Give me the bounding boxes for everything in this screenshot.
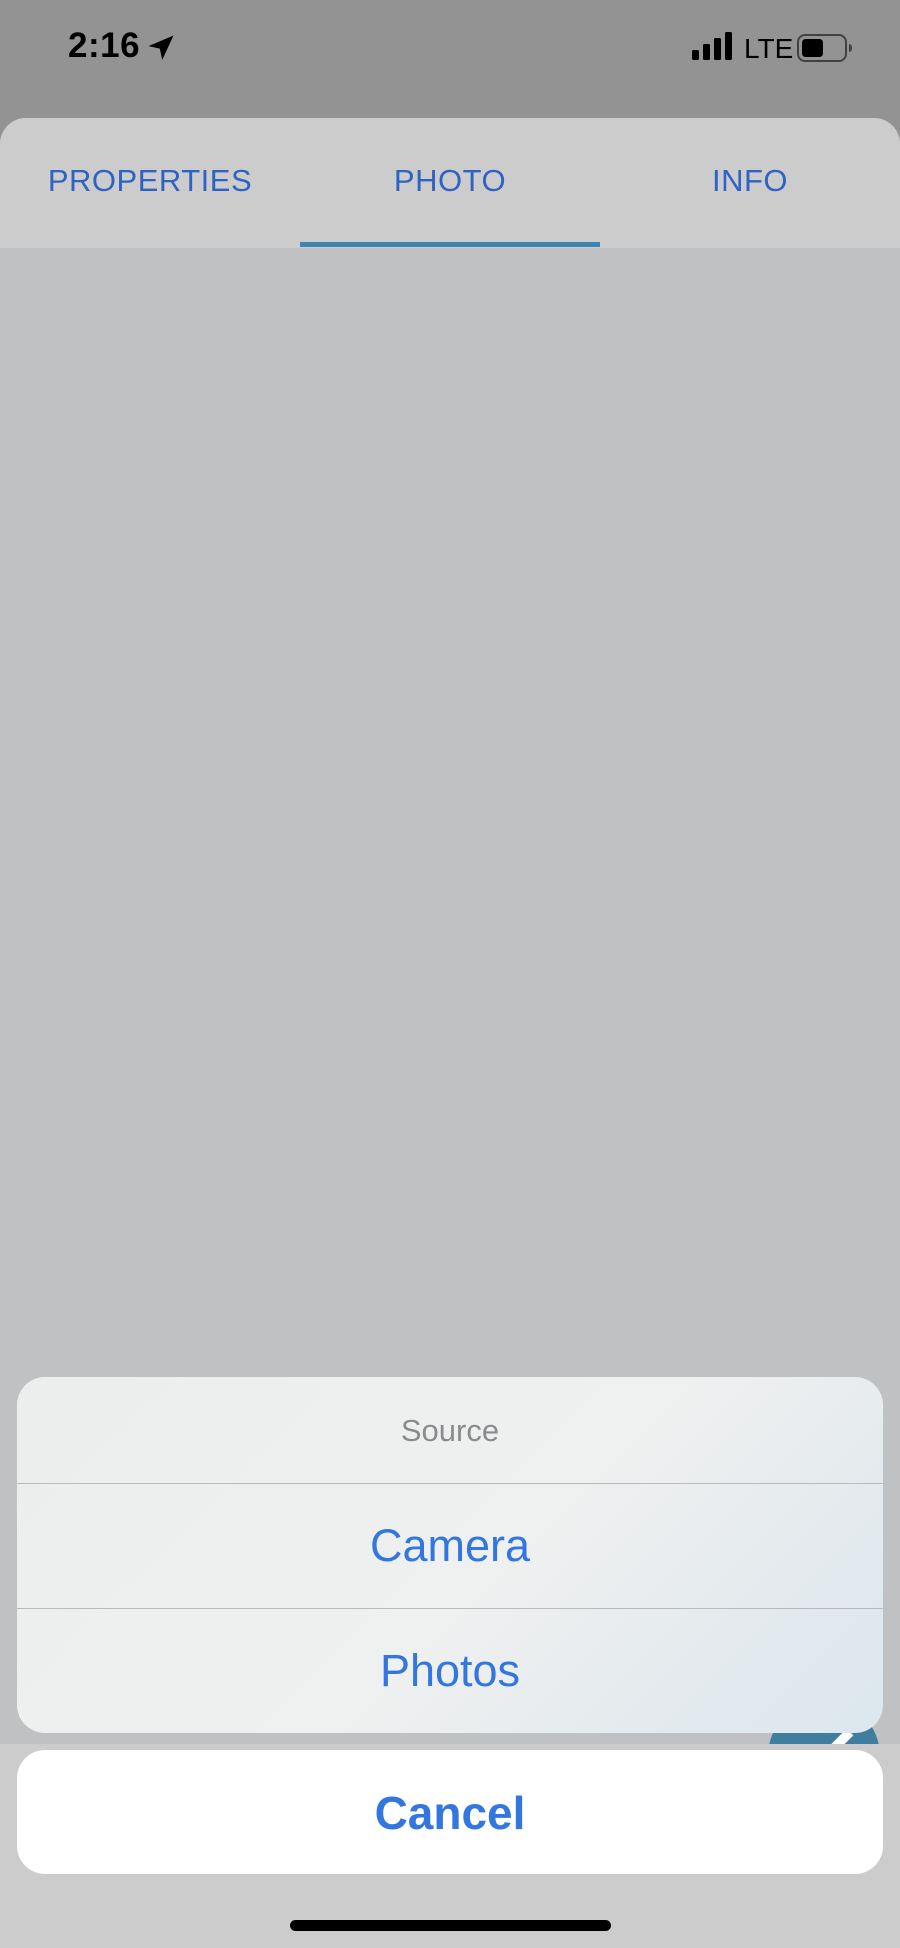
camera-option-button[interactable]: Camera (17, 1484, 883, 1608)
selected-tab-indicator (300, 242, 600, 247)
status-time: 2:16 (68, 26, 141, 65)
cancel-button[interactable]: Cancel (17, 1750, 883, 1874)
tab-bar: PROPERTIES PHOTO INFO (0, 118, 900, 248)
location-arrow-icon (148, 35, 174, 60)
cellular-signal-icon (692, 32, 732, 60)
action-sheet-title: Source (400, 1413, 500, 1448)
source-action-sheet: Source Camera Photos (17, 1377, 883, 1733)
home-indicator[interactable] (290, 1920, 611, 1931)
battery-icon (797, 34, 852, 62)
status-bar: 2:16 LTE (0, 0, 900, 100)
tab-info[interactable]: INFO (600, 118, 900, 248)
network-type-label: LTE (744, 33, 794, 64)
photos-option-button[interactable]: Photos (17, 1609, 883, 1733)
tab-photo[interactable]: PHOTO (300, 118, 600, 248)
tab-properties[interactable]: PROPERTIES (0, 118, 300, 248)
